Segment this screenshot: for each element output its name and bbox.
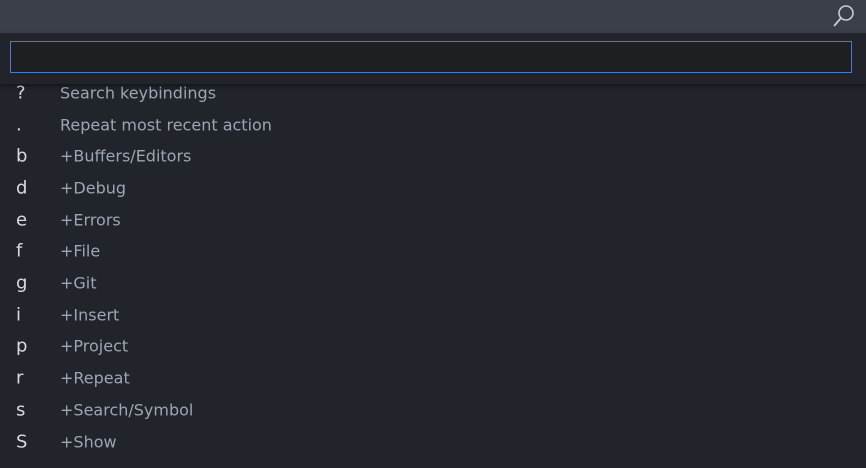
list-item[interactable]: f +File: [0, 236, 866, 268]
shortcut-key: r: [16, 367, 24, 389]
command-label: +Repeat: [60, 368, 130, 388]
shortcut-key: S: [16, 431, 28, 453]
list-item[interactable]: r +Repeat: [0, 362, 866, 394]
list-item[interactable]: g +Git: [0, 267, 866, 299]
command-label: +Project: [60, 336, 129, 356]
shortcut-key: s: [16, 399, 26, 421]
shortcut-key: i: [16, 304, 22, 326]
shortcut-key: d: [16, 177, 28, 199]
command-label: +Errors: [60, 210, 121, 230]
command-label: +Git: [60, 273, 97, 293]
command-search-input[interactable]: [10, 41, 852, 73]
shortcut-key: p: [16, 335, 28, 357]
list-item[interactable]: S +Show: [0, 426, 866, 458]
command-label: Search keybindings: [60, 83, 217, 103]
shortcut-key: g: [16, 272, 28, 294]
search-icon[interactable]: [832, 4, 856, 28]
quick-open-panel: [0, 33, 866, 84]
command-label: +Show: [60, 432, 117, 452]
command-label: +File: [60, 241, 101, 261]
shortcut-key: .: [16, 114, 22, 136]
list-item[interactable]: s +Search/Symbol: [0, 394, 866, 426]
shortcut-key: b: [16, 145, 28, 167]
list-item[interactable]: d +Debug: [0, 172, 866, 204]
command-label: +Debug: [60, 178, 127, 198]
top-bar: [0, 0, 866, 33]
command-label: +Search/Symbol: [60, 400, 194, 420]
shortcut-key: f: [16, 240, 23, 262]
shortcut-key: ?: [16, 82, 26, 104]
list-item[interactable]: i +Insert: [0, 299, 866, 331]
command-label: +Buffers/Editors: [60, 146, 192, 166]
command-label: +Insert: [60, 305, 120, 325]
keybinding-list: ? Search keybindings. Repeat most recent a…: [0, 77, 866, 468]
list-item[interactable]: . Repeat most recent action: [0, 109, 866, 141]
list-item[interactable]: b +Buffers/Editors: [0, 140, 866, 172]
command-label: Repeat most recent action: [60, 115, 272, 135]
list-item[interactable]: p +Project: [0, 331, 866, 363]
shortcut-key: e: [16, 209, 28, 231]
list-item[interactable]: e +Errors: [0, 204, 866, 236]
